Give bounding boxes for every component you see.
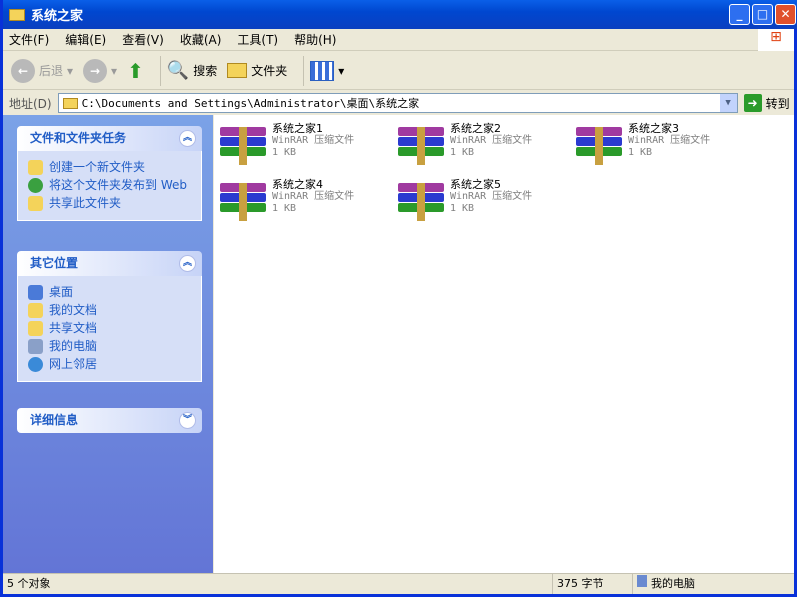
folder-icon xyxy=(9,8,25,21)
task-pane: 文件和文件夹任务 ︽ 创建一个新文件夹 将这个文件夹发布到 Web 共享此文件夹 … xyxy=(3,115,213,573)
winrar-archive-icon xyxy=(398,127,444,165)
folders-button[interactable]: 文件夹 xyxy=(227,62,287,79)
back-arrow-icon: ← xyxy=(11,58,35,83)
file-item[interactable]: 系统之家3 WinRAR 压缩文件 1 KB xyxy=(576,123,746,175)
publish-web-icon xyxy=(28,178,43,193)
search-button[interactable]: 🔍 搜索 xyxy=(167,60,217,81)
task-new-folder[interactable]: 创建一个新文件夹 xyxy=(28,160,191,175)
folder-icon xyxy=(62,97,78,109)
expand-icon[interactable]: ︾ xyxy=(179,412,196,429)
place-my-documents[interactable]: 我的文档 xyxy=(28,303,191,318)
go-label: 转到 xyxy=(765,96,790,111)
file-name: 系统之家4 xyxy=(272,178,323,191)
address-bar: 地址(D) C:\Documents and Settings\Administ… xyxy=(3,91,794,115)
window-title: 系统之家 xyxy=(31,9,84,24)
file-size: 1 KB xyxy=(272,147,297,158)
file-type: WinRAR 压缩文件 xyxy=(272,135,355,146)
address-label: 地址(D) xyxy=(9,96,52,111)
address-input[interactable]: C:\Documents and Settings\Administrator\… xyxy=(57,93,738,113)
file-name: 系统之家2 xyxy=(450,122,501,135)
search-label: 搜索 xyxy=(193,64,218,78)
place-shared-documents[interactable]: 共享文档 xyxy=(28,321,191,336)
file-size: 1 KB xyxy=(450,147,475,158)
file-type: WinRAR 压缩文件 xyxy=(450,191,533,202)
details-panel: 详细信息 ︾ xyxy=(17,408,202,433)
back-label: 后退 xyxy=(39,64,64,78)
status-location: 我的电脑 xyxy=(633,574,793,594)
status-count: 5 个对象 xyxy=(3,574,553,594)
winrar-archive-icon xyxy=(220,127,266,165)
go-arrow-icon: ➜ xyxy=(743,94,762,112)
minimize-button[interactable]: _ xyxy=(729,4,750,25)
collapse-icon[interactable]: ︽ xyxy=(179,255,196,272)
file-name: 系统之家1 xyxy=(272,122,323,135)
share-folder-icon xyxy=(28,196,43,211)
winrar-archive-icon xyxy=(398,183,444,221)
menu-edit[interactable]: 编辑(E) xyxy=(65,31,106,48)
forward-arrow-icon: → xyxy=(83,58,108,83)
file-type: WinRAR 压缩文件 xyxy=(450,135,533,146)
status-size: 375 字节 xyxy=(553,574,633,594)
network-icon xyxy=(28,357,43,372)
file-item[interactable]: 系统之家2 WinRAR 压缩文件 1 KB xyxy=(398,123,568,175)
file-tasks-panel: 文件和文件夹任务 ︽ 创建一个新文件夹 将这个文件夹发布到 Web 共享此文件夹 xyxy=(17,126,202,221)
my-computer-icon xyxy=(28,339,43,354)
forward-button[interactable]: → ▾ xyxy=(83,58,117,83)
other-places-panel: 其它位置 ︽ 桌面 我的文档 共享文档 我的电脑 网上邻居 xyxy=(17,251,202,382)
windows-logo-icon: ⊞ xyxy=(758,29,794,51)
menu-view[interactable]: 查看(V) xyxy=(122,31,164,48)
place-desktop[interactable]: 桌面 xyxy=(28,285,191,300)
file-item[interactable]: 系统之家4 WinRAR 压缩文件 1 KB xyxy=(220,179,390,231)
task-share-folder[interactable]: 共享此文件夹 xyxy=(28,196,191,211)
other-places-header[interactable]: 其它位置 ︽ xyxy=(17,251,202,276)
file-name: 系统之家5 xyxy=(450,178,501,191)
my-documents-icon xyxy=(28,303,43,318)
file-tasks-header[interactable]: 文件和文件夹任务 ︽ xyxy=(17,126,202,151)
folders-icon xyxy=(227,63,248,78)
maximize-button[interactable]: □ xyxy=(752,4,773,25)
menu-favorites[interactable]: 收藏(A) xyxy=(180,31,222,48)
toolbar: ← 后退 ▾ → ▾ ⬆ 🔍 搜索 文件夹 ▾ xyxy=(3,52,794,90)
file-size: 1 KB xyxy=(628,147,653,158)
winrar-archive-icon xyxy=(576,127,622,165)
menu-bar: 文件(F) 编辑(E) 查看(V) 收藏(A) 工具(T) 帮助(H) ⊞ xyxy=(3,29,794,51)
my-computer-icon xyxy=(637,575,647,587)
up-folder-button[interactable]: ⬆ xyxy=(127,59,144,83)
collapse-icon[interactable]: ︽ xyxy=(179,130,196,147)
explorer-window: 系统之家 _ □ ✕ 文件(F) 编辑(E) 查看(V) 收藏(A) 工具(T)… xyxy=(0,0,797,597)
back-button[interactable]: ← 后退 ▾ xyxy=(11,58,73,83)
desktop-icon xyxy=(28,285,43,300)
address-dropdown-icon[interactable]: ▼ xyxy=(719,94,737,112)
menu-file[interactable]: 文件(F) xyxy=(9,31,49,48)
new-folder-icon xyxy=(28,160,43,175)
up-folder-icon: ⬆ xyxy=(127,58,144,83)
details-header[interactable]: 详细信息 ︾ xyxy=(17,408,202,433)
status-bar: 5 个对象 375 字节 我的电脑 xyxy=(3,573,794,594)
winrar-archive-icon xyxy=(220,183,266,221)
title-bar: 系统之家 _ □ ✕ xyxy=(3,0,797,29)
place-my-computer[interactable]: 我的电脑 xyxy=(28,339,191,354)
file-name: 系统之家3 xyxy=(628,122,679,135)
views-icon xyxy=(310,60,335,81)
menu-help[interactable]: 帮助(H) xyxy=(294,31,336,48)
file-list: 系统之家1 WinRAR 压缩文件 1 KB 系统之家2 WinRAR 压缩文件 1 K… xyxy=(214,115,794,573)
address-value: C:\Documents and Settings\Administrator\… xyxy=(81,97,420,110)
views-button[interactable]: ▾ xyxy=(310,60,344,81)
folders-label: 文件夹 xyxy=(251,64,288,78)
menu-tools[interactable]: 工具(T) xyxy=(237,31,278,48)
file-size: 1 KB xyxy=(272,203,297,214)
file-type: WinRAR 压缩文件 xyxy=(628,135,711,146)
file-item[interactable]: 系统之家5 WinRAR 压缩文件 1 KB xyxy=(398,179,568,231)
shared-documents-icon xyxy=(28,321,43,336)
file-size: 1 KB xyxy=(450,203,475,214)
file-type: WinRAR 压缩文件 xyxy=(272,191,355,202)
close-button[interactable]: ✕ xyxy=(775,4,796,25)
place-network[interactable]: 网上邻居 xyxy=(28,357,191,372)
search-icon: 🔍 xyxy=(166,60,190,81)
task-publish-web[interactable]: 将这个文件夹发布到 Web xyxy=(28,178,191,193)
file-item[interactable]: 系统之家1 WinRAR 压缩文件 1 KB xyxy=(220,123,390,175)
go-button[interactable]: ➜ 转到 xyxy=(743,94,790,112)
